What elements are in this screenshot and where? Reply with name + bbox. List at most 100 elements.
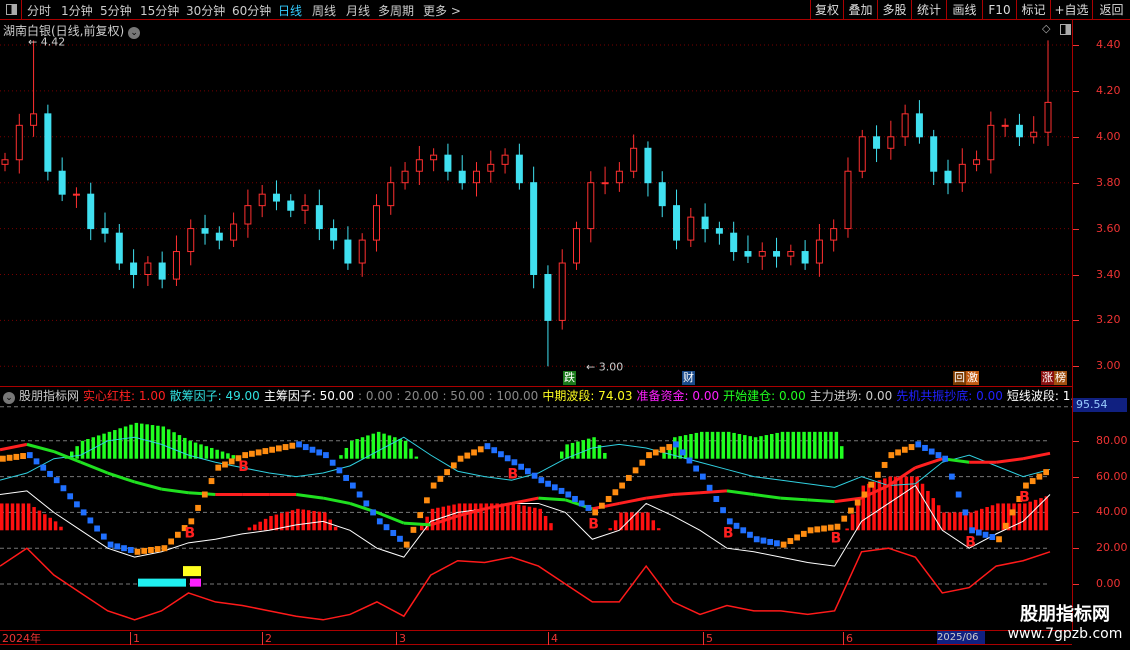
histogram-bar xyxy=(689,433,693,459)
histogram-bar xyxy=(215,449,219,459)
ma-line-segment xyxy=(995,457,1024,464)
band-step xyxy=(94,525,100,532)
band-step xyxy=(397,535,403,542)
price-axis-label: 3.40 xyxy=(1096,267,1121,281)
candlestick xyxy=(272,180,280,211)
histogram-bar xyxy=(53,521,58,531)
buy-signal-marker: B xyxy=(238,459,249,475)
band-step xyxy=(726,518,733,525)
histogram-bar xyxy=(123,426,128,459)
event-tag[interactable]: 涨 xyxy=(1041,371,1054,385)
histogram-bar xyxy=(1023,503,1027,531)
candlestick xyxy=(887,120,895,160)
event-tag[interactable]: 跌 xyxy=(563,371,576,385)
histogram-bar xyxy=(802,431,806,459)
event-tag[interactable]: 激 xyxy=(966,371,979,385)
event-tag[interactable]: 榜 xyxy=(1054,371,1067,385)
candlestick xyxy=(758,242,766,270)
histogram-bar xyxy=(791,431,796,459)
band-step xyxy=(605,495,612,502)
histogram-bar xyxy=(21,503,26,531)
band-step xyxy=(33,458,40,465)
histogram-bar xyxy=(845,528,849,531)
histogram-bar xyxy=(576,441,580,459)
ma-line-segment xyxy=(753,493,781,500)
histogram-bar xyxy=(231,455,236,459)
histogram-bar xyxy=(80,440,85,459)
buy-signal-marker: B xyxy=(588,516,599,532)
histogram-bar xyxy=(75,446,79,459)
band-step xyxy=(975,529,982,536)
axis-tick xyxy=(1073,320,1079,322)
band-step xyxy=(26,452,33,459)
band-step xyxy=(949,473,955,480)
histogram-bar xyxy=(0,503,4,531)
histogram-bar xyxy=(204,446,209,459)
band-step xyxy=(646,452,652,459)
histogram-bar xyxy=(630,512,634,531)
histogram-bar xyxy=(732,432,736,459)
band-step xyxy=(767,538,774,545)
candlestick xyxy=(501,148,509,174)
candlestick xyxy=(201,214,209,245)
price-axis-label: 4.20 xyxy=(1096,83,1121,97)
band-step xyxy=(666,444,673,451)
axis-tick xyxy=(1073,90,1079,92)
band-step xyxy=(854,499,861,506)
candlestick xyxy=(630,134,638,179)
candlestick xyxy=(87,182,95,241)
histogram-bar xyxy=(409,448,413,459)
histogram-bar xyxy=(312,510,316,531)
axis-tick xyxy=(1073,136,1079,138)
price-annotation: ← 4.42 xyxy=(28,35,65,48)
ma-line-segment xyxy=(726,489,755,496)
band-step xyxy=(100,533,107,540)
histogram-bar xyxy=(350,440,354,459)
candlestick xyxy=(558,249,566,330)
candlestick xyxy=(515,143,523,190)
histogram-bar xyxy=(296,508,300,531)
ma-line-segment xyxy=(511,496,539,505)
histogram-bar xyxy=(818,431,822,459)
candlestick xyxy=(973,150,981,172)
band-step xyxy=(282,444,289,451)
ma-line-segment xyxy=(295,493,324,500)
indicator-axis-label: 80.00 xyxy=(1096,433,1128,447)
candlestick xyxy=(301,194,309,225)
band-step xyxy=(861,491,868,498)
histogram-bar xyxy=(565,444,569,459)
chevron-down-icon[interactable]: ⌄ xyxy=(3,392,15,404)
band-step xyxy=(538,477,545,484)
event-tag[interactable]: 财 xyxy=(682,371,695,385)
axis-tick xyxy=(1073,440,1079,442)
band-step xyxy=(275,445,282,452)
histogram-bar xyxy=(398,439,402,459)
candlestick xyxy=(230,212,238,247)
histogram-bar xyxy=(764,435,769,459)
histogram-bar xyxy=(258,521,262,531)
time-axis: 2024年 1 2 3 4 5 6 xyxy=(0,630,1072,645)
candlestick xyxy=(101,212,109,243)
band-step xyxy=(437,475,444,482)
axis-tick xyxy=(1073,366,1079,368)
histogram-bar xyxy=(285,511,289,531)
event-tag[interactable]: 回 xyxy=(953,371,966,385)
histogram-bar xyxy=(500,503,505,531)
band-step xyxy=(632,467,639,474)
histogram-bar xyxy=(86,439,90,459)
band-step xyxy=(1036,473,1043,480)
candlestick xyxy=(573,221,581,270)
buy-signal-marker: B xyxy=(723,525,734,541)
candlestick xyxy=(915,100,923,144)
chart-canvas[interactable]: ← 4.42 ← 3.00 B B B B B B B B xyxy=(0,0,1130,650)
histogram-bar xyxy=(522,505,526,531)
indicator-legend-item: 实心红柱: 1.00 xyxy=(83,389,166,403)
band-step xyxy=(457,455,464,462)
histogram-bar xyxy=(796,431,801,459)
band-step xyxy=(612,489,619,496)
ma-line-segment xyxy=(0,442,28,452)
histogram-bar xyxy=(910,476,914,531)
band-step xyxy=(659,446,666,453)
band-step xyxy=(901,446,908,453)
band-step xyxy=(477,446,484,453)
